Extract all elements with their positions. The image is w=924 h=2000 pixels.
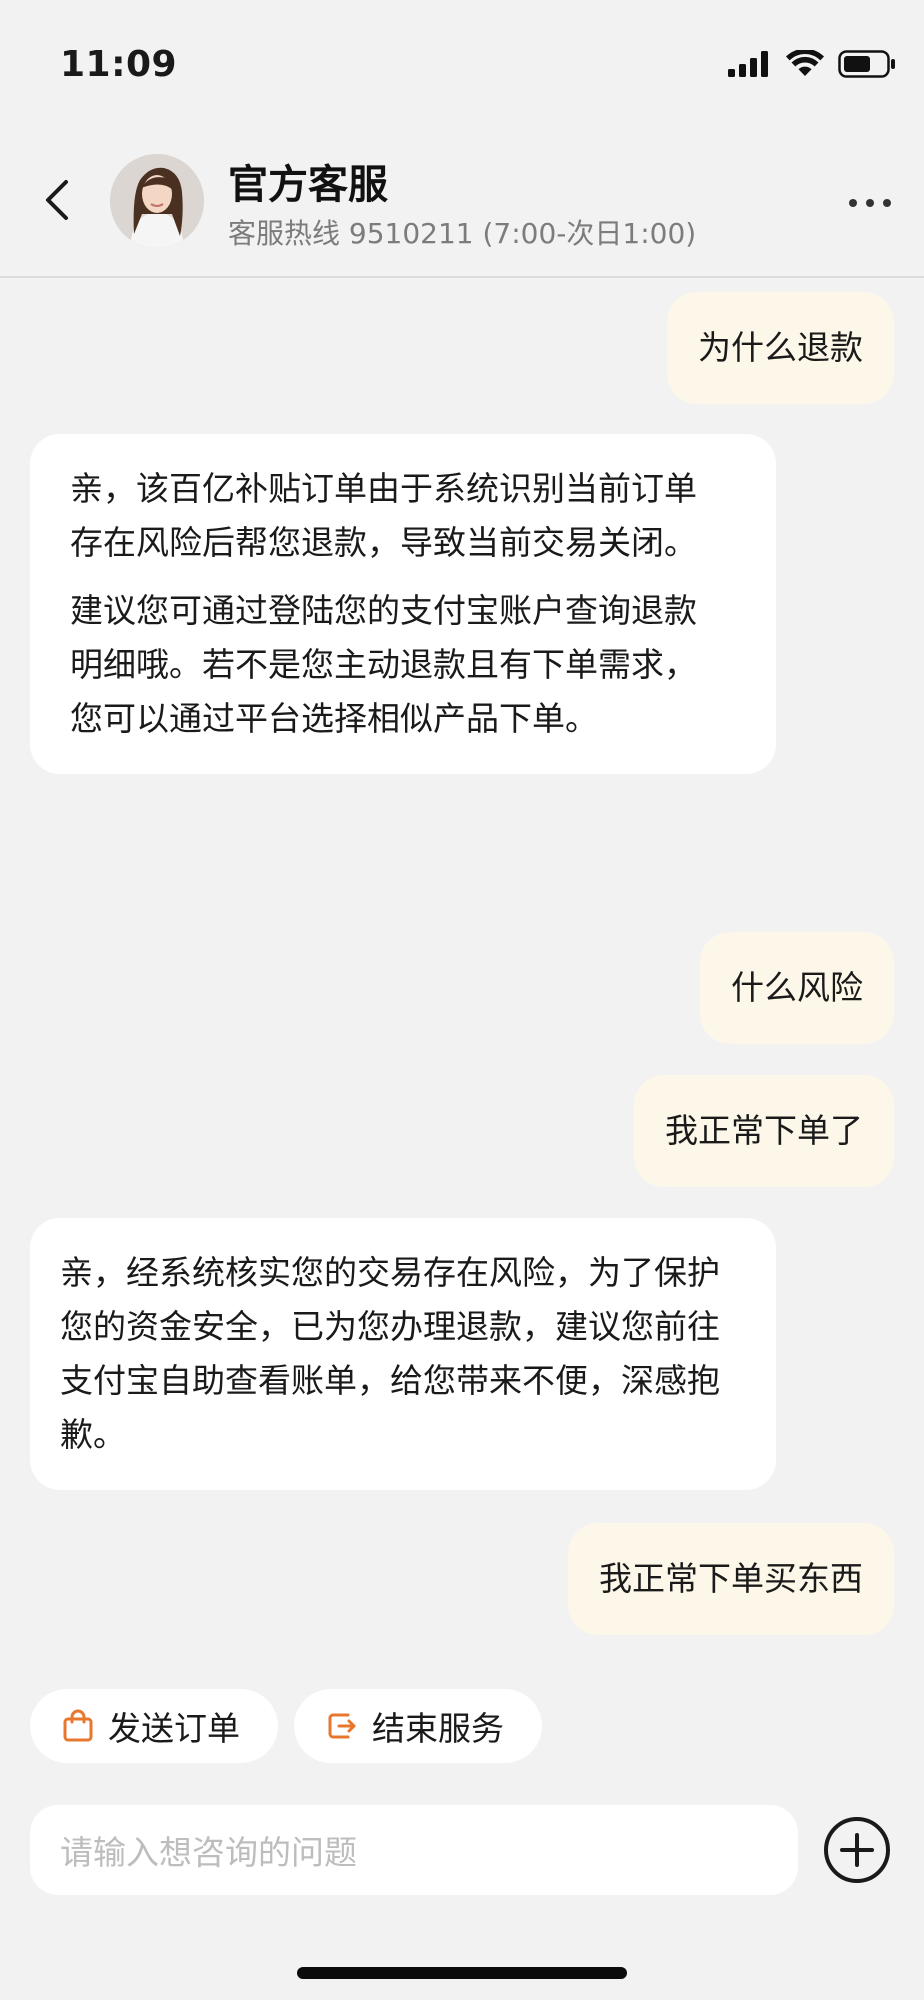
send-order-label: 发送订单 (108, 1709, 240, 1748)
wifi-icon (786, 50, 824, 76)
message-text: 什么风险 (731, 968, 863, 1007)
message-text: 为什么退款 (698, 328, 863, 367)
user-message[interactable]: 我正常下单了 (634, 1075, 894, 1187)
bottom-panel: 发送订单 结束服务 请输入想咨询的问题 (0, 1665, 924, 2000)
status-bar: 11:09 (0, 0, 924, 130)
agent-message[interactable]: 亲，该百亿补贴订单由于系统识别当前订单存在风险后帮您退款，导致当前交易关闭。 建… (30, 434, 776, 774)
agent-message[interactable]: 亲，经系统核实您的交易存在风险，为了保护您的资金安全，已为您办理退款，建议您前往… (30, 1218, 776, 1490)
avatar[interactable] (110, 154, 204, 248)
status-time: 11:09 (60, 44, 178, 85)
end-service-button[interactable]: 结束服务 (294, 1689, 542, 1763)
end-service-label: 结束服务 (372, 1709, 504, 1748)
page-title: 官方客服 (228, 162, 388, 208)
chevron-left-icon[interactable] (38, 170, 78, 230)
home-indicator (297, 1967, 627, 1979)
user-message[interactable]: 我正常下单买东西 (568, 1523, 894, 1635)
exit-icon (328, 1713, 356, 1739)
agent-avatar-icon (110, 154, 204, 248)
signal-icon (728, 51, 768, 77)
user-message[interactable]: 什么风险 (700, 932, 894, 1044)
message-paragraph: 亲，该百亿补贴订单由于系统识别当前订单存在风险后帮您退款，导致当前交易关闭。 (70, 469, 697, 562)
message-text: 我正常下单买东西 (599, 1559, 863, 1598)
hotline-text: 客服热线 9510211 (7:00-次日1:00) (228, 217, 697, 250)
user-message[interactable]: 为什么退款 (667, 292, 894, 404)
message-input[interactable]: 请输入想咨询的问题 (30, 1805, 798, 1895)
message-paragraph: 建议您可通过登陆您的支付宝账户查询退款明细哦。若不是您主动退款且有下单需求，您可… (70, 591, 697, 738)
input-placeholder: 请输入想咨询的问题 (60, 1833, 357, 1872)
message-list[interactable]: 为什么退款 亲，该百亿补贴订单由于系统识别当前订单存在风险后帮您退款，导致当前交… (0, 278, 924, 1663)
send-order-button[interactable]: 发送订单 (30, 1689, 278, 1763)
status-icons (728, 50, 896, 78)
chat-header: 官方客服 客服热线 9510211 (7:00-次日1:00) (0, 130, 924, 278)
message-text: 我正常下单了 (665, 1111, 863, 1150)
battery-icon (838, 50, 895, 78)
more-dots-icon[interactable] (846, 196, 894, 210)
plus-circle-icon[interactable] (822, 1815, 892, 1885)
message-paragraph: 亲，经系统核实您的交易存在风险，为了保护您的资金安全，已为您办理退款，建议您前往… (60, 1253, 720, 1454)
shopping-bag-icon (63, 1709, 93, 1742)
